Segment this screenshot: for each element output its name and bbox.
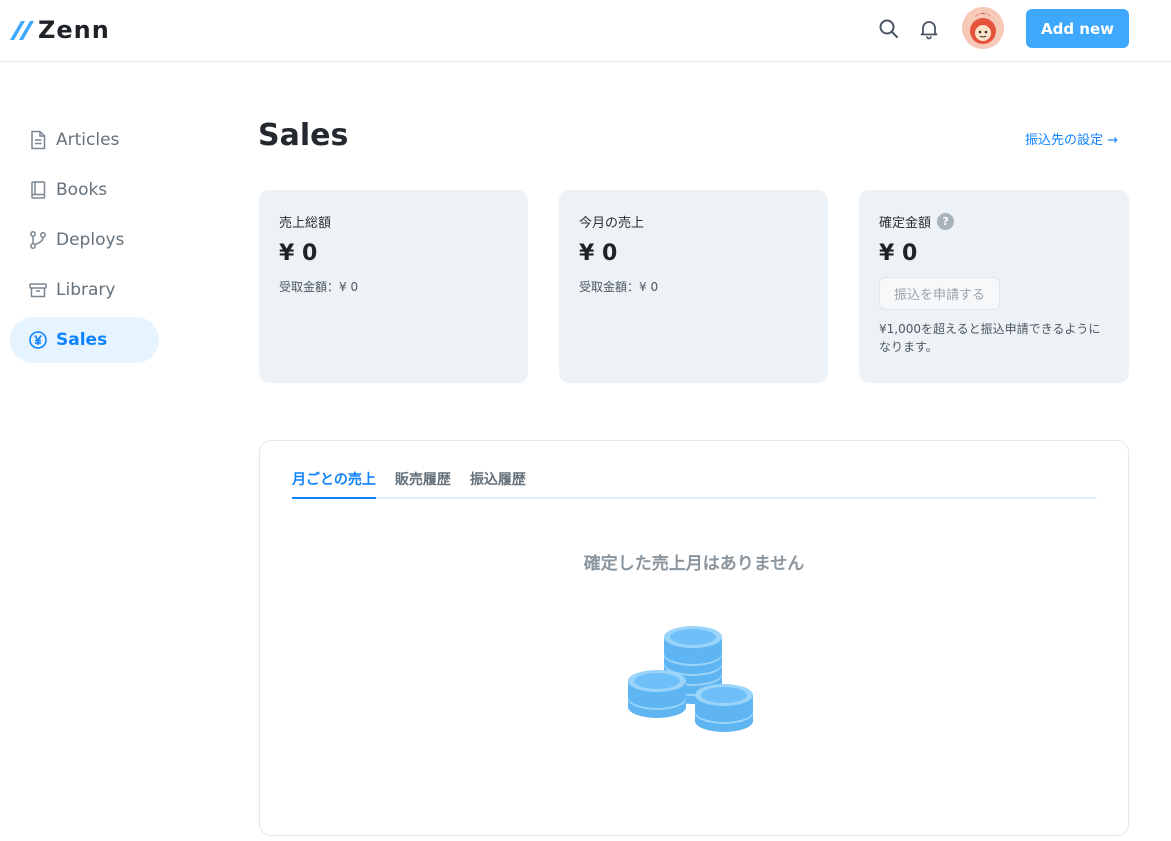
sidebar-item-sales[interactable]: Sales [10,317,159,363]
user-avatar[interactable] [962,7,1004,49]
sidebar-item-label: Sales [56,330,108,350]
help-icon[interactable]: ? [937,213,955,230]
book-icon [28,180,48,200]
add-new-button[interactable]: Add new [1026,9,1129,48]
tab-bar: 月ごとの売上 販売履歴 振込履歴 [292,469,1097,499]
coins-illustration-icon [628,626,753,732]
archive-box-icon [28,280,48,300]
confirmed-amount-card: 確定金額 ? ¥ 0 振込を申請する ¥1,000を超えると振込申請できるように… [859,190,1129,383]
bell-icon[interactable] [917,17,941,41]
sidebar-item-label: Articles [56,130,120,150]
card-label-row: 確定金額 ? [879,212,1109,231]
git-branch-icon [28,230,48,250]
transfer-note: ¥1,000を超えると振込申請できるようになります。 [879,322,1101,354]
tab-sales-history[interactable]: 販売履歴 [395,469,451,499]
card-received-amount: 受取金額：¥ 0 [279,280,359,294]
document-icon [28,130,48,150]
top-header: Zenn Add new [0,0,1171,62]
sidebar-item-deploys[interactable]: Deploys [10,217,159,263]
logo-text: Zenn [38,16,110,44]
card-amount: ¥ 0 [279,241,318,266]
zenn-logo-mark-icon [10,21,34,40]
monthly-sales-card: 今月の売上 ¥ 0 受取金額：¥ 0 [559,190,828,383]
sidebar-item-label: Deploys [56,230,125,250]
sidebar-item-label: Library [56,280,116,300]
tab-transfer-history[interactable]: 振込履歴 [470,469,526,499]
sales-history-panel: 月ごとの売上 販売履歴 振込履歴 確定した売上月はありません [259,440,1129,836]
card-label: 確定金額 [879,216,932,231]
apply-transfer-button[interactable]: 振込を申請する [879,277,1000,310]
total-sales-card: 売上総額 ¥ 0 受取金額：¥ 0 [259,190,528,383]
sidebar-item-label: Books [56,180,108,200]
tab-monthly-sales[interactable]: 月ごとの売上 [292,469,376,499]
search-icon[interactable] [877,17,901,41]
zenn-logo[interactable]: Zenn [10,14,110,46]
transfer-settings-link[interactable]: 振込先の設定 → [1025,129,1118,148]
empty-state-message: 確定した売上月はありません [583,554,805,574]
card-label: 売上総額 [279,216,332,231]
sidebar-item-library[interactable]: Library [10,267,159,313]
page-title: Sales [258,118,349,153]
sidebar-item-books[interactable]: Books [10,167,159,213]
yen-circle-icon [28,330,48,350]
card-received-amount: 受取金額：¥ 0 [579,280,659,294]
card-amount: ¥ 0 [579,241,618,266]
card-label: 今月の売上 [579,216,645,231]
sidebar-item-articles[interactable]: Articles [10,117,159,163]
card-amount: ¥ 0 [879,241,918,266]
